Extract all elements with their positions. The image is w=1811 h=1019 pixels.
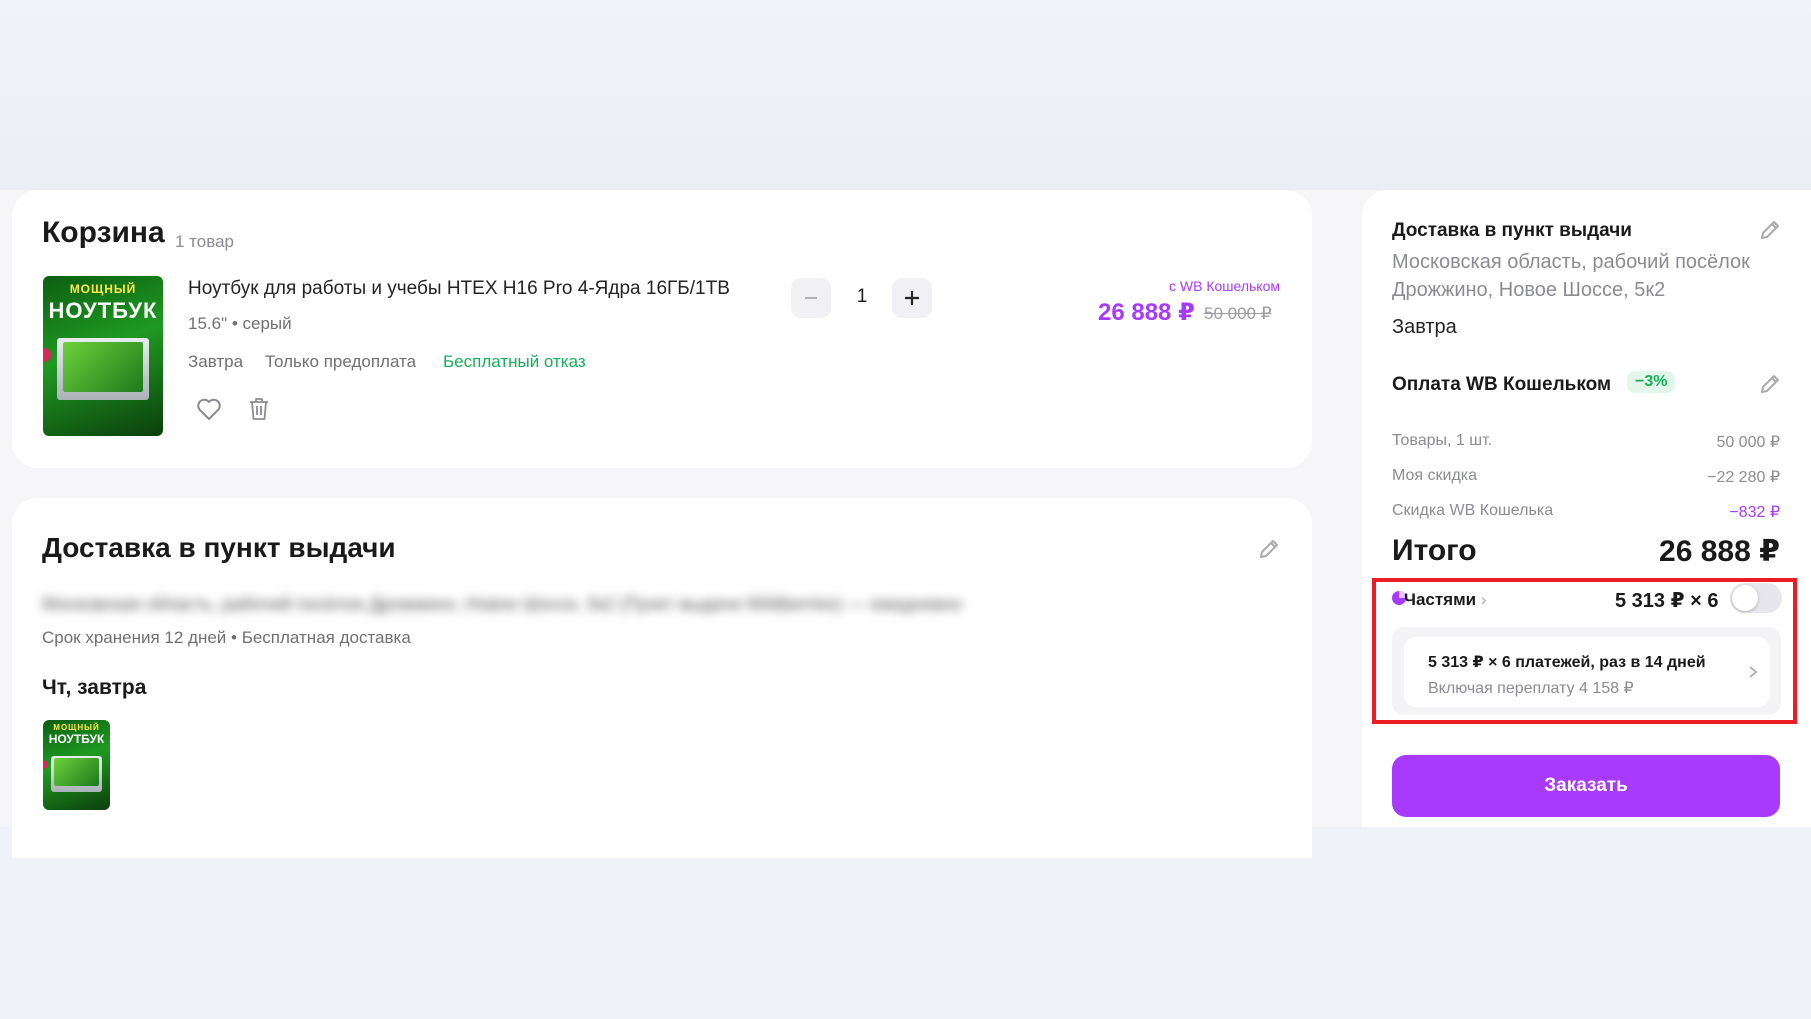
delivery-card: Доставка в пункт выдачи Московская облас… [12, 498, 1312, 858]
total-label: Итого [1392, 534, 1477, 567]
delivery-storage-info: Срок хранения 12 дней • Бесплатная доста… [42, 628, 411, 647]
edit-delivery-pencil-icon[interactable] [1254, 534, 1284, 564]
summary-delivery-when: Завтра [1392, 316, 1457, 338]
cart-title: Корзина [42, 216, 165, 249]
decor-dot-small [43, 760, 48, 769]
product-old-price: 50 000 ₽ [1204, 304, 1272, 323]
wallet-discount-badge: −3% [1627, 371, 1676, 393]
decor-dot [43, 348, 51, 362]
summary-row-label: Скидка WB Кошелька [1392, 502, 1554, 519]
delivery-address-blurred: Московская область, рабочий посёлок Дрож… [42, 594, 962, 614]
product-prepay: Только предоплата [265, 352, 417, 371]
order-summary-card: Доставка в пункт выдачи Московская облас… [1362, 190, 1811, 827]
wallet-price-note: с WB Кошельком [1169, 278, 1280, 294]
total-value: 26 888 ₽ [1659, 535, 1780, 568]
product-delivery: Завтра [188, 352, 244, 371]
summary-row-value: −832 ₽ [1729, 504, 1780, 521]
favorite-heart-icon[interactable] [194, 394, 224, 424]
thumb-text-top: МОЩНЫЙ [69, 282, 137, 296]
laptop-screen-small [54, 758, 99, 786]
chevron-right-icon [1738, 657, 1768, 687]
toggle-knob [1732, 585, 1758, 611]
order-button[interactable]: Заказать [1392, 755, 1780, 817]
cart-item-count: 1 товар [175, 232, 234, 251]
summary-row-value: 50 000 ₽ [1716, 434, 1780, 451]
summary-row-label: Моя скидка [1392, 467, 1478, 484]
installments-plan-schedule: 5 313 ₽ × 6 платежей, раз в 14 дней [1428, 654, 1706, 671]
laptop-screen [63, 342, 143, 392]
installments-amount: 5 313 ₽ × 6 [1615, 590, 1719, 612]
cart-card: Корзина 1 товар МОЩНЫЙ НОУТБУК Ноутбук д… [12, 190, 1312, 468]
delete-trash-icon[interactable] [244, 394, 274, 424]
edit-address-pencil-icon[interactable] [1755, 215, 1785, 245]
quantity-increase-button[interactable] [892, 278, 932, 318]
product-price: 26 888 ₽ [1098, 299, 1195, 326]
summary-payment-title: Оплата WB Кошельком [1392, 374, 1612, 395]
thumb-small-text: НОУТБУК [48, 732, 105, 746]
product-free-cancel: Бесплатный отказ [443, 352, 586, 371]
summary-address: Московская область, рабочий посёлок Дрож… [1392, 251, 1750, 301]
delivery-title: Доставка в пункт выдачи [42, 532, 396, 563]
chevron-right-icon: › [1480, 590, 1487, 609]
thumb-text: НОУТБУК [48, 298, 158, 323]
product-image[interactable]: МОЩНЫЙ НОУТБУК [43, 276, 163, 436]
page-header-band [0, 0, 1811, 190]
delivery-product-image[interactable]: МОЩНЫЙ НОУТБУК [43, 720, 110, 810]
delivery-day: Чт, завтра [42, 676, 147, 699]
product-title[interactable]: Ноутбук для работы и учебы HTEX H16 Pro … [188, 278, 730, 300]
summary-row-value: −22 280 ₽ [1707, 469, 1780, 486]
quantity-value: 1 [856, 286, 868, 307]
installments-label-text: Частями [1404, 590, 1477, 609]
summary-delivery-title: Доставка в пункт выдачи [1392, 220, 1632, 241]
installments-toggle[interactable] [1730, 583, 1782, 613]
thumb-small-text-top: МОЩНЫЙ [53, 723, 100, 732]
product-variant: 15.6" • серый [188, 314, 292, 333]
summary-row-label: Товары, 1 шт. [1392, 432, 1493, 449]
edit-payment-pencil-icon[interactable] [1755, 369, 1785, 399]
installments-plan-overpay: Включая переплату 4 158 ₽ [1428, 680, 1634, 697]
quantity-decrease-button[interactable] [791, 278, 831, 318]
installments-label[interactable]: Частями › [1404, 590, 1487, 610]
